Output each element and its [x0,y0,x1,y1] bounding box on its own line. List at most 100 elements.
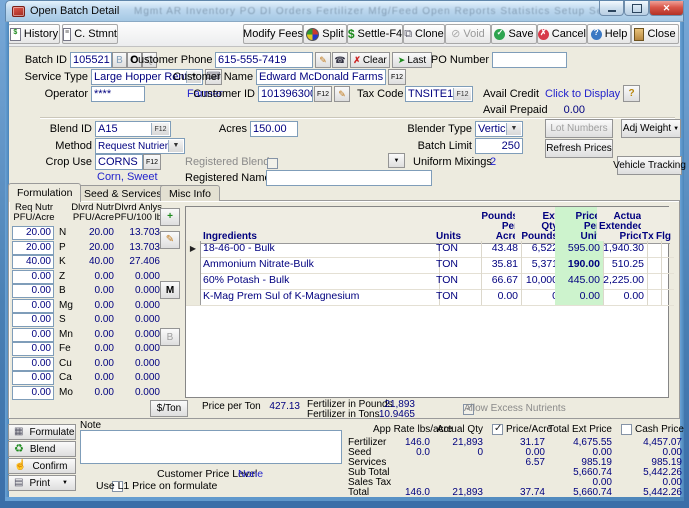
close-window-button[interactable]: ✕ [649,1,684,16]
m-button[interactable]: M [160,281,180,299]
history-icon: $ [10,28,21,41]
title-bar[interactable]: Mgmt AR Inventory PO DI Orders Fertilize… [5,0,684,22]
customer-phone-field[interactable]: 615-555-7419 [215,52,313,68]
blend-id-field[interactable]: A15F12 [95,121,171,137]
crop-description-text: Corn, Sweet [97,171,158,183]
customer-id-field[interactable]: 101396300 [258,86,313,102]
req-input[interactable]: 40.00 [12,255,54,269]
history-button[interactable]: $History [8,24,60,44]
cancel-button[interactable]: ✗Cancel [537,24,587,44]
req-input[interactable]: 0.00 [12,270,54,284]
split-button[interactable]: Split [303,24,347,44]
maximize-button[interactable] [624,1,649,16]
customer-statement-button[interactable]: ≡C. Stmnt [62,24,118,44]
recycle-icon: ♻ [14,444,24,455]
chevron-down-icon: ▼ [394,158,400,164]
phone-book-button[interactable]: ☎ [332,52,348,68]
split-pie-icon [306,28,319,41]
method-label: Method [32,140,92,152]
ingredient-row[interactable]: 60% Potash - Bulk TON 66.67 10,000 445.0… [186,273,668,289]
price-per-ton-button[interactable]: $/Ton [150,400,188,417]
customer-edit-button[interactable]: ✎ [334,86,350,102]
ingredient-row[interactable]: Ammonium Nitrate-Bulk TON 35.81 5,371 19… [186,257,668,273]
allow-excess-nutrients-label: Allow Excess Nutrients [464,403,566,414]
grid-header-ingredients[interactable]: Ingredients [200,207,440,244]
refresh-prices-button[interactable]: Refresh Prices [545,139,613,158]
phone-note-button[interactable]: ✎ [315,52,331,68]
batch-id-field[interactable]: 105521 [70,52,112,68]
blend-button[interactable]: ♻Blend [8,441,76,457]
grid-header-flg[interactable]: Flg [655,207,670,244]
credit-status-button[interactable]: ? [623,85,640,102]
edit-product-button[interactable]: ✎ [160,231,180,249]
settle-button[interactable]: $Settle-F4 [347,24,403,44]
req-input[interactable]: 20.00 [12,241,54,255]
req-input[interactable]: 0.00 [12,357,54,371]
method-select[interactable]: Request Nutrients▼ [95,138,185,154]
close-button[interactable]: Close [631,24,679,44]
clear-x-icon: ✗ [353,56,361,65]
chevron-down-icon[interactable]: ▼ [506,123,521,135]
operator-field[interactable]: **** [91,86,145,102]
customer-name-f12-button[interactable]: F12 [388,69,406,85]
price-acre-checkbox[interactable] [492,424,503,435]
req-input[interactable]: 0.00 [12,284,54,298]
clone-button[interactable]: ⧉Clone [403,24,445,44]
req-input[interactable]: 0.00 [12,342,54,356]
close-icon: ✕ [663,4,671,13]
nutrient-row-Mn: 0.00Mn0.000.000 [12,328,162,342]
crop-use-f12-button[interactable]: F12 [143,154,161,170]
cash-price-checkbox[interactable] [621,424,632,435]
po-number-field[interactable] [492,52,567,68]
tab-misc-info[interactable]: Misc Info [160,185,220,201]
last-button[interactable]: ➤Last [392,52,432,68]
req-input[interactable]: 0.00 [12,371,54,385]
note-icon: ✎ [319,56,327,65]
tab-seed-services[interactable]: Seed & Services [75,185,171,201]
tax-code-field[interactable]: TNSITE1F12 [405,86,473,102]
modify-fees-button[interactable]: Modify Fees [243,24,303,44]
ingredient-row[interactable]: ▶ 18-46-00 - Bulk TON 43.48 6,522 595.00… [186,241,668,257]
tab-formulation[interactable]: Formulation [8,183,81,202]
clear-button[interactable]: ✗Clear [350,52,390,68]
uniform-mixings-dropdown-button[interactable]: ▼ [388,153,405,168]
thumbs-up-icon: ☝ [14,461,26,471]
req-input[interactable]: 0.00 [12,328,54,342]
ingredient-row[interactable]: K-Mag Prem Sul of K-Magnesium TON 0.00 0… [186,289,668,305]
req-input[interactable]: 0.00 [12,313,54,327]
avail-credit-link[interactable]: Click to Display [545,88,620,100]
settle-dollar-icon: $ [348,28,355,40]
batch-limit-field[interactable]: 250 [475,138,523,154]
blender-type-select[interactable]: Vertical▼ [475,121,523,137]
lot-numbers-button: Lot Numbers [545,119,613,138]
req-input[interactable]: 0.00 [12,299,54,313]
acres-field[interactable]: 150.00 [250,121,298,137]
save-button[interactable]: ✓Save [491,24,537,44]
minimize-button[interactable] [599,1,624,16]
customer-id-f12-button[interactable]: F12 [314,86,332,102]
nutrient-row-Fe: 0.00Fe0.000.000 [12,342,162,356]
crop-use-field[interactable]: CORNS [95,154,143,170]
chevron-down-icon[interactable]: ▼ [168,140,183,152]
chevron-down-icon: ▼ [62,480,68,486]
add-product-button[interactable]: + [160,208,180,226]
req-input[interactable]: 20.00 [12,226,54,240]
window-title: Open Batch Detail [30,5,119,17]
customer-name-field[interactable]: Edward McDonald Farms [256,69,386,85]
registered-name-field[interactable] [266,170,432,186]
print-button[interactable]: ▤Print▼ [8,475,76,491]
req-input[interactable]: 0.00 [12,386,54,400]
blend-id-f12-button[interactable]: F12 [151,123,169,135]
nutrient-row-Mo: 0.00Mo0.000.000 [12,386,162,400]
vehicle-tracking-button[interactable]: Vehicle Tracking [617,156,682,175]
help-button[interactable]: ?Help [587,24,631,44]
confirm-button[interactable]: ☝Confirm [8,458,76,474]
note-textarea[interactable] [80,430,342,464]
nutrient-row-K: 40.00K40.0027.406 [12,255,162,269]
batch-b-button[interactable]: B [112,52,127,68]
formulate-button[interactable]: ▦Formulate [8,424,76,440]
adj-weight-button[interactable]: Adj Weight▼ [621,119,681,138]
tax-code-f12-button[interactable]: F12 [453,88,471,100]
service-type-label: Service Type [5,71,88,83]
acres-label: Acres [205,123,247,135]
